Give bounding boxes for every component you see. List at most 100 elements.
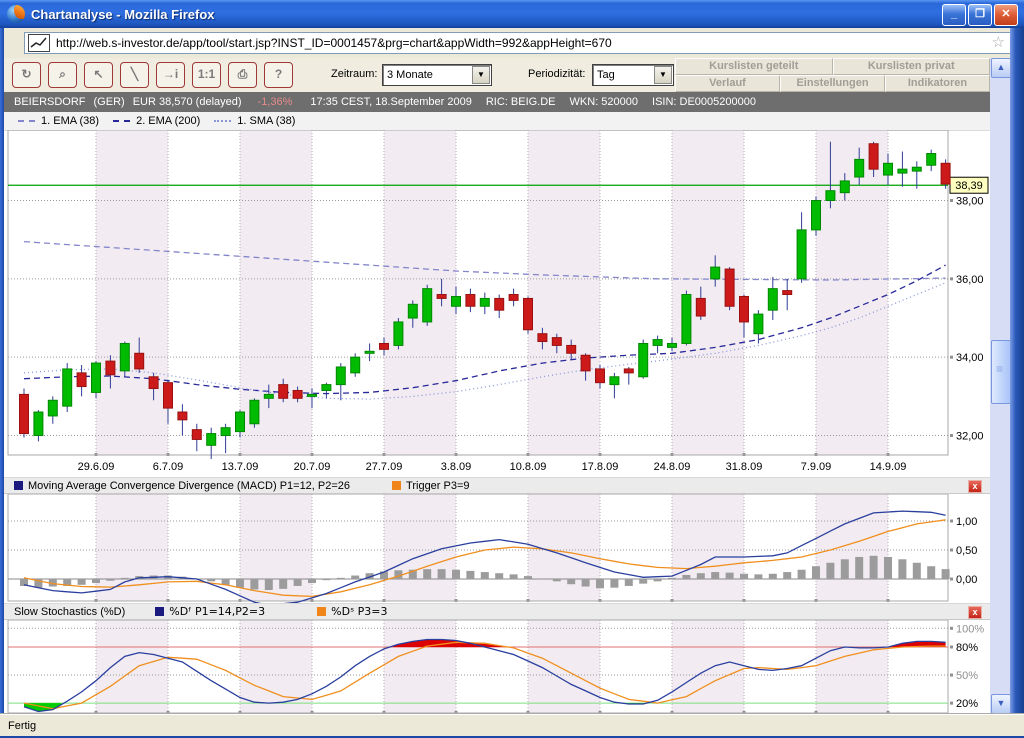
candle-body [394, 322, 403, 346]
macd-histogram-bar [121, 578, 129, 579]
legend-swatch [18, 120, 35, 122]
candle-body [236, 412, 245, 432]
scroll-up-icon[interactable]: ▲ [991, 58, 1011, 78]
tool-print-button[interactable]: ⎙ [228, 62, 257, 88]
tool-one-to-one-button[interactable]: 1:1 [192, 62, 221, 88]
candle-body [149, 377, 158, 389]
candle-body [725, 269, 734, 306]
macd-histogram-bar [78, 579, 86, 585]
vertical-scrollbar[interactable]: ▲ ▼ [990, 58, 1010, 714]
candle-body [322, 385, 331, 391]
panel-button-verlauf[interactable]: Verlauf [675, 75, 780, 92]
scrollbar-thumb[interactable] [991, 340, 1011, 404]
periodizitaet-select[interactable]: Tag ▼ [592, 64, 674, 86]
address-bar[interactable]: http://web.s-investor.de/app/tool/start.… [24, 32, 1012, 54]
overlay-legend-bar: 1. EMA (38)2. EMA (200)1. SMA (38) [4, 112, 990, 131]
x-axis-date-label: 14.9.09 [870, 461, 907, 473]
dropdown-arrow-icon[interactable]: ▼ [472, 66, 490, 84]
candle-body [20, 394, 29, 433]
candle-body [351, 357, 360, 373]
candle-body [855, 159, 864, 177]
maximize-button[interactable]: ❒ [968, 4, 992, 26]
tool-pointer-button[interactable]: ↖ [84, 62, 113, 88]
candle-body [884, 163, 893, 175]
week-band [384, 620, 456, 713]
zeitraum-select[interactable]: 3 Monate ▼ [382, 64, 492, 86]
week-band [528, 130, 600, 455]
macd-histogram-bar [697, 573, 705, 579]
candle-body [624, 369, 633, 373]
y-axis-label: 38,00 [956, 196, 984, 208]
macd-histogram-bar [567, 579, 575, 584]
x-axis-date-label: 7.9.09 [801, 461, 832, 473]
legend-label: 1. SMA (38) [237, 115, 295, 127]
tool-trendline-button[interactable]: ╲ [120, 62, 149, 88]
stoch-slow-swatch [317, 607, 326, 616]
status-text: Fertig [8, 720, 36, 732]
candle-body [509, 295, 518, 301]
week-band [240, 620, 312, 713]
macd-histogram-bar [294, 579, 302, 586]
candle-body [927, 154, 936, 166]
panel-button-kurslisten-privat[interactable]: Kurslisten privat [833, 58, 991, 75]
panel-button-einstellungen[interactable]: Einstellungen [780, 75, 885, 92]
macd-histogram-bar [754, 574, 762, 579]
tool-info-button[interactable]: →i [156, 62, 185, 88]
url-text: http://web.s-investor.de/app/tool/start.… [56, 36, 612, 50]
panel-button-kurslisten-geteilt[interactable]: Kurslisten geteilt [675, 58, 833, 75]
trigger-legend-swatch [392, 481, 401, 490]
axis-tick [950, 434, 953, 437]
firefox-icon [7, 5, 25, 23]
macd-histogram-bar [798, 570, 806, 579]
macd-histogram-bar [654, 579, 662, 581]
macd-histogram-bar [855, 557, 863, 579]
zeitraum-label: Zeitraum: [331, 68, 377, 80]
candle-body [365, 351, 374, 353]
candle-body [797, 230, 806, 279]
macd-close-icon[interactable]: x [968, 480, 982, 493]
macd-legend-swatch [14, 481, 23, 490]
macd-histogram-bar [740, 574, 748, 579]
candle-body [164, 383, 173, 408]
y-axis-label: 50% [956, 670, 978, 682]
bookmark-star-icon[interactable]: ☆ [992, 33, 1005, 51]
macd-histogram-bar [625, 579, 633, 586]
scroll-down-icon[interactable]: ▼ [991, 694, 1011, 714]
candle-body [840, 181, 849, 193]
candle-body [912, 167, 921, 171]
minimize-button[interactable]: _ [942, 4, 966, 26]
macd-histogram-bar [308, 579, 316, 583]
week-band [816, 494, 888, 601]
instrument-change: -1,36% [258, 96, 293, 108]
macd-histogram-bar [279, 579, 287, 589]
tool-help-button[interactable]: ? [264, 62, 293, 88]
x-axis-date-label: 10.8.09 [510, 461, 547, 473]
tool-zoom-button[interactable]: ⌕ [48, 62, 77, 88]
candle-body [92, 363, 101, 392]
axis-tick [950, 199, 953, 202]
week-band [96, 130, 168, 455]
candle-body [524, 298, 533, 329]
x-axis-date-label: 31.8.09 [726, 461, 763, 473]
macd-histogram-bar [610, 579, 618, 588]
window-border-right [1010, 28, 1024, 738]
x-axis-date-label: 20.7.09 [294, 461, 331, 473]
macd-histogram-bar [812, 566, 820, 579]
macd-histogram-bar [92, 579, 100, 583]
macd-histogram-bar [668, 578, 676, 579]
stochastic-close-icon[interactable]: x [968, 606, 982, 619]
macd-histogram-bar [236, 579, 244, 588]
periodizitaet-value: Tag [593, 69, 653, 81]
week-band [96, 620, 168, 713]
macd-histogram-bar [870, 556, 878, 579]
tool-refresh-button[interactable]: ↻ [12, 62, 41, 88]
panel-button-indikatoren[interactable]: Indikatoren [885, 75, 990, 92]
week-band [672, 620, 744, 713]
week-band [816, 130, 888, 455]
week-band [816, 620, 888, 713]
y-axis-label: 1,00 [956, 516, 977, 528]
legend-label: 2. EMA (200) [136, 115, 200, 127]
dropdown-arrow-icon[interactable]: ▼ [654, 66, 672, 84]
close-button[interactable]: ✕ [994, 4, 1018, 26]
axis-tick [950, 549, 953, 552]
